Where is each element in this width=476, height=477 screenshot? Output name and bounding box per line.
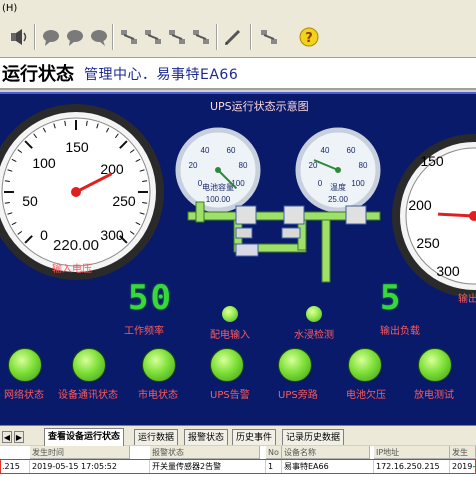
column-header[interactable]: IP地址 [374,446,450,459]
load-label: 输出负载 [380,326,420,337]
chat-bubble-icon[interactable] [86,24,112,50]
tab-scroll-right-icon[interactable]: ▶ [14,431,24,443]
gauge-tick-label: 20 [189,161,198,170]
tab-run-data[interactable]: 运行数据 [134,429,179,445]
tab-alarm-status[interactable]: 报警状态 [184,429,229,445]
status-label: UPS旁路 [278,390,318,401]
status-label: 电池欠压 [346,390,386,401]
input-voltage-label: 输入电压 [52,264,92,275]
gauge-tick-label: 80 [239,161,248,170]
event-grid: 发生时间 报警状态 No 设备名称 IP地址 发生 .215 2019-05-1… [0,446,476,477]
power-input-label: 配电输入 [210,330,250,341]
svg-text:?: ? [305,31,313,46]
gauge-tick-label: 250 [416,235,440,251]
speaker-icon[interactable] [6,24,32,50]
battery-gauge-title: 电池容量 [202,182,234,192]
network-tools-icon[interactable] [116,24,142,50]
status-indicator-network [8,348,42,382]
status-indicator-ups-alarm [210,348,244,382]
tab-bar: ◀ ▶ 查看设备运行状态 运行数据 报警状态 历史事件 记录历史数据 [0,425,476,446]
status-indicator-battery-low [348,348,382,382]
column-header[interactable]: 发生 [450,446,476,459]
battery-capacity-gauge: 0 20 40 60 80 100 电池容量 100.00 [175,127,261,213]
gauge-tick-label: 100 [351,179,365,188]
status-label: UPS告警 [210,390,250,401]
tab-scroll-left-icon[interactable]: ◀ [2,431,12,443]
gauge-tick-label: 0 [40,227,48,243]
network-tools-icon[interactable] [256,24,282,50]
gauge-tick-label: 200 [408,197,432,213]
output-voltage-gauge: 150 200 250 300 [392,134,476,298]
status-label: 网络状态 [4,390,44,401]
gauge-tick-label: 150 [65,139,89,155]
status-label: 设备通讯状态 [58,390,118,401]
status-indicator-discharge-test [418,348,452,382]
temperature-gauge-title: 温度 [330,182,346,192]
header: 运行状态 管理中心．易事特EA66 [0,58,476,90]
pen-icon[interactable] [220,24,246,50]
input-voltage-readout: 220.00 [53,237,99,254]
ups-status-panel: UPS运行状态示意图 0 50 100 150 200 250 300 220.… [0,92,476,425]
status-indicator-ups-bypass [278,348,312,382]
network-tools-icon[interactable] [188,24,214,50]
column-header[interactable]: 报警状态 [150,446,260,459]
page-title: 运行状态 [2,64,74,85]
gauge-tick-label: 200 [100,161,124,177]
power-input-indicator [222,306,238,322]
column-header[interactable]: 发生时间 [30,446,130,459]
input-voltage-gauge: 0 50 100 150 200 250 300 220.00 [0,104,164,280]
gauge-tick-label: 300 [100,227,124,243]
chat-bubble-icon[interactable] [62,24,88,50]
tab-record-history[interactable]: 记录历史数据 [282,429,345,445]
selected-row[interactable] [0,459,476,474]
tab-history-events[interactable]: 历史事件 [232,429,277,445]
water-detect-label: 水浸检测 [294,330,334,341]
gauge-tick-label: 60 [347,146,356,155]
water-detect-indicator [306,306,322,322]
output-voltage-needle [437,212,475,218]
menu-bar-fragment[interactable]: (H) [0,0,476,18]
frequency-label: 工作频率 [124,326,164,337]
gauge-tick-label: 0 [318,179,323,188]
column-header[interactable]: No [266,446,282,459]
gauge-tick-label: 300 [436,263,460,279]
gauge-tick-label: 20 [309,161,318,170]
frequency-display: 50 [128,278,173,318]
gauge-tick-label: 60 [227,146,236,155]
load-display: 5 [380,278,403,318]
battery-readout: 100.00 [206,195,231,204]
temperature-gauge: 0 20 40 60 80 100 温度 25.00 [295,127,381,213]
status-indicator-mains [142,348,176,382]
temperature-readout: 25.00 [328,195,349,204]
status-label: 市电状态 [138,390,178,401]
ups-monitor-window: (H) ? 运行状态 管理中心．易事特EA66 UPS运行状态示意图 0 50 … [0,0,476,477]
tab-device-status[interactable]: 查看设备运行状态 [44,428,125,446]
toolbar: ? [0,18,476,58]
gauge-tick-label: 250 [112,193,136,209]
network-tools-icon[interactable] [140,24,166,50]
column-header[interactable]: 设备名称 [282,446,370,459]
gauge-tick-label: 80 [359,161,368,170]
status-indicator-comm [72,348,106,382]
gauge-tick-label: 40 [201,146,210,155]
output-label: 输出 [458,294,476,305]
gauge-tick-label: 50 [22,193,38,209]
page-subtitle: 管理中心．易事特EA66 [84,67,239,83]
help-icon[interactable]: ? [296,24,322,50]
chat-bubble-icon[interactable] [38,24,64,50]
network-tools-icon[interactable] [164,24,190,50]
gauge-tick-label: 100 [32,155,56,171]
gauge-tick-label: 150 [420,153,444,169]
gauge-tick-label: 40 [321,146,330,155]
flow-pipes [187,201,381,283]
status-label: 放电测试 [414,390,454,401]
